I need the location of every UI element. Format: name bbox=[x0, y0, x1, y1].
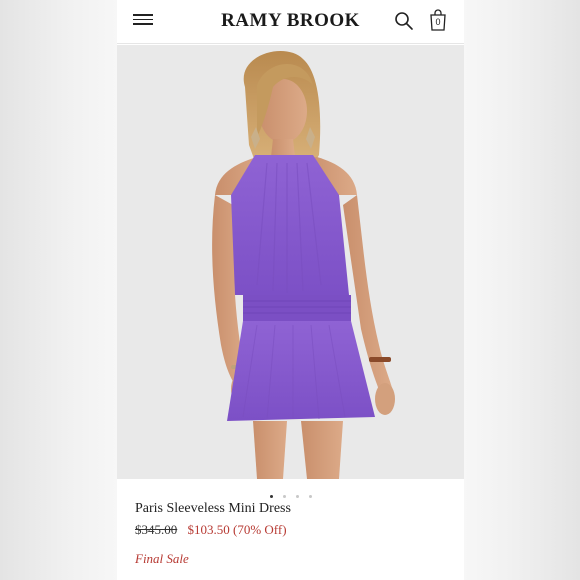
search-icon bbox=[395, 12, 413, 30]
gallery-dot[interactable] bbox=[282, 495, 286, 498]
final-sale-label: Final Sale bbox=[135, 551, 189, 566]
price-row: $345.00 $103.50 (70% Off) bbox=[135, 522, 287, 538]
sale-price: $103.50 (70% Off) bbox=[187, 522, 287, 537]
hamburger-line bbox=[133, 18, 153, 20]
product-page: RAMY BROOK 0 Paris Sleeveless Mini Dress… bbox=[117, 0, 464, 580]
gallery-dot[interactable] bbox=[295, 495, 299, 498]
cart-button[interactable]: 0 bbox=[428, 9, 448, 31]
hamburger-menu-icon bbox=[133, 14, 153, 16]
gallery-dot[interactable] bbox=[308, 495, 312, 498]
original-price: $345.00 bbox=[135, 522, 178, 537]
search-button[interactable] bbox=[394, 11, 414, 31]
product-photo bbox=[117, 45, 464, 479]
menu-button[interactable] bbox=[133, 12, 153, 28]
gallery-dot[interactable] bbox=[269, 495, 273, 498]
gallery-pagination bbox=[117, 485, 464, 498]
product-image-gallery[interactable] bbox=[117, 45, 464, 479]
site-header: RAMY BROOK 0 bbox=[117, 0, 464, 44]
cart-count: 0 bbox=[435, 17, 441, 27]
backdrop-left bbox=[0, 0, 117, 580]
product-title: Paris Sleeveless Mini Dress bbox=[135, 501, 291, 516]
hamburger-line bbox=[133, 23, 153, 25]
backdrop-right bbox=[464, 0, 580, 580]
